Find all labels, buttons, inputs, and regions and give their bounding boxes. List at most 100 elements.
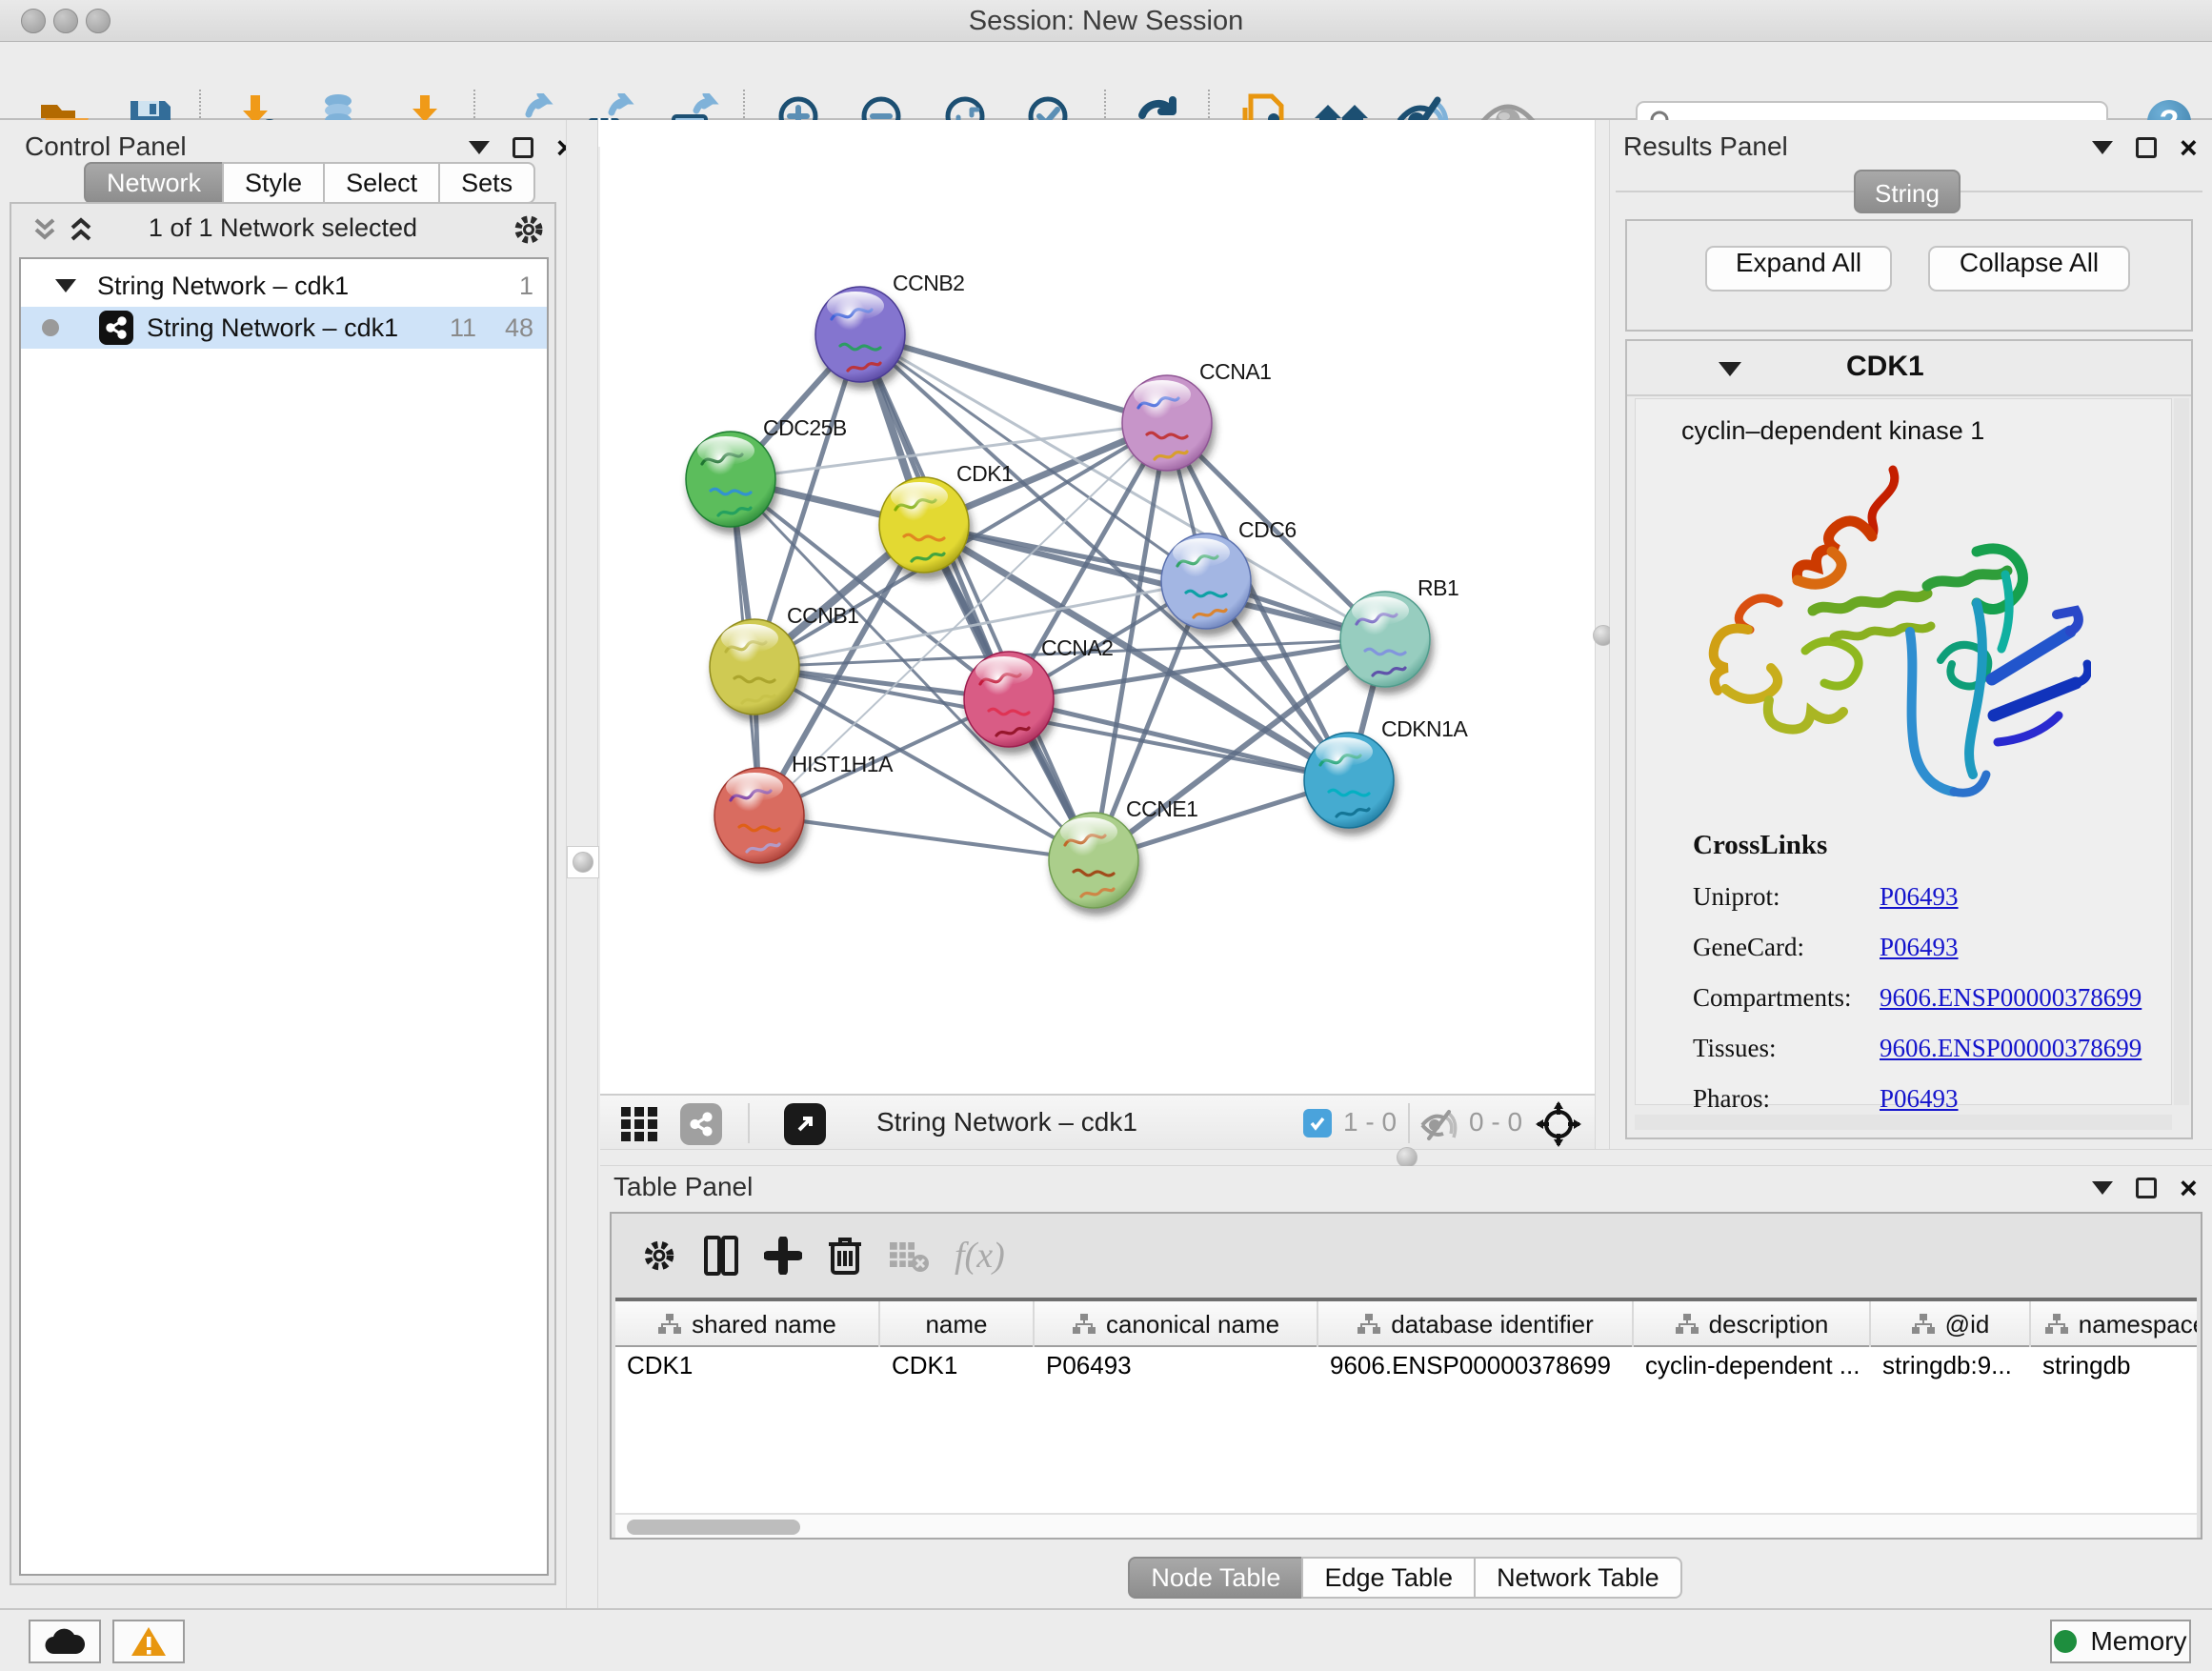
crosslink-link[interactable]: 9606.ENSP00000378699 (1880, 1034, 2142, 1063)
add-column-plus-icon[interactable] (764, 1237, 802, 1275)
delete-column-trash-icon[interactable] (827, 1235, 863, 1277)
table-panel-splitter[interactable] (600, 1149, 2212, 1166)
entry-gene-name: CDK1 (1846, 351, 1924, 383)
crosslink-label: Pharos: (1693, 1084, 1880, 1114)
results-horizontal-scrollbar[interactable] (1635, 1115, 2172, 1130)
network-node-CDC25B[interactable]: CDC25B (686, 415, 847, 527)
window-title: Session: New Session (0, 0, 2212, 42)
column-header-shared-name[interactable]: shared name (615, 1301, 880, 1347)
table-cell[interactable]: CDK1 (880, 1351, 1035, 1391)
warning-status-button[interactable] (112, 1620, 185, 1663)
tab-select[interactable]: Select (323, 162, 440, 204)
network-list-toolbar: 1 of 1 Network selected (11, 204, 554, 253)
control-panel-float-icon[interactable] (469, 141, 490, 154)
table-panel-maximize-icon[interactable] (2136, 1178, 2157, 1198)
node-label-CDC6: CDC6 (1238, 517, 1297, 542)
left-panel-splitter[interactable] (566, 120, 598, 1608)
show-columns-icon[interactable] (703, 1235, 739, 1277)
column-header-description[interactable]: description (1634, 1301, 1871, 1347)
tree-expand-caret-icon[interactable] (55, 279, 76, 292)
tab-style[interactable]: Style (222, 162, 325, 204)
network-tree-root-row[interactable]: String Network – cdk1 1 (21, 265, 547, 307)
network-edge-HIST1H1A-CCNE1 (759, 815, 1094, 860)
results-panel-float-icon[interactable] (2092, 141, 2113, 154)
results-panel-splitter[interactable] (1595, 120, 1610, 1149)
table-cell[interactable]: 9606.ENSP00000378699 (1318, 1351, 1634, 1391)
crosslink-label: GeneCard: (1693, 933, 1880, 962)
column-header-name[interactable]: name (880, 1301, 1035, 1347)
tab-string[interactable]: String (1854, 170, 1961, 213)
network-canvas[interactable]: CCNB2CCNA1CDC25BCDK1CDC6RB1CCNB1CCNA2CDK… (600, 120, 1595, 1094)
column-header--id[interactable]: @id (1871, 1301, 2031, 1347)
network-node-HIST1H1A[interactable]: HIST1H1A (714, 752, 894, 863)
table-cell[interactable]: stringdb (2031, 1351, 2197, 1391)
string-results-content: Expand All Collapse All CDK1 cyclin–depe… (1616, 191, 2202, 1143)
tree-root-count: 1 (519, 272, 533, 301)
network-tree-child-row[interactable]: String Network – cdk1 11 48 (21, 307, 547, 349)
network-tree: String Network – cdk1 1 String Network –… (19, 257, 549, 1576)
network-node-CCNB1[interactable]: CCNB1 (710, 603, 858, 715)
memory-button[interactable]: Memory (2050, 1620, 2191, 1663)
network-node-CDKN1A[interactable]: CDKN1A (1304, 716, 1468, 828)
table-scrollbar-thumb[interactable] (627, 1520, 800, 1535)
birdseye-crosshair-icon[interactable] (1536, 1101, 1581, 1147)
memory-status-dot-icon (2054, 1630, 2077, 1653)
tab-sets[interactable]: Sets (438, 162, 535, 204)
tree-child-node-count: 11 (450, 313, 476, 343)
hidden-count: 0 - 0 (1469, 1107, 1522, 1137)
tab-edge-table[interactable]: Edge Table (1301, 1557, 1476, 1599)
crosslink-row: Compartments:9606.ENSP00000378699 (1693, 983, 2142, 1013)
collapse-all-button[interactable]: Collapse All (1928, 246, 2130, 292)
tab-network-table[interactable]: Network Table (1474, 1557, 1682, 1599)
tab-network[interactable]: Network (84, 162, 224, 204)
tab-node-table[interactable]: Node Table (1128, 1557, 1303, 1599)
column-header-database-identifier[interactable]: database identifier (1318, 1301, 1634, 1347)
tree-child-label: String Network – cdk1 (147, 313, 398, 343)
network-node-CDK1[interactable]: CDK1 (879, 461, 1013, 573)
detach-view-icon[interactable] (784, 1103, 826, 1145)
status-bar: Memory (0, 1608, 2212, 1671)
network-edge-CCNB2-CCNE1 (860, 334, 1094, 860)
expand-all-button[interactable]: Expand All (1705, 246, 1892, 292)
cloud-status-button[interactable] (29, 1620, 101, 1663)
node-label-RB1: RB1 (1418, 575, 1458, 600)
network-node-CCNB2[interactable]: CCNB2 (815, 271, 964, 382)
results-panel-maximize-icon[interactable] (2136, 137, 2157, 158)
cdk1-entry-header[interactable]: CDK1 (1627, 341, 2191, 396)
control-panel-maximize-icon[interactable] (513, 137, 533, 158)
crosslink-link[interactable]: P06493 (1880, 1084, 1959, 1114)
horizontal-splitter-handle[interactable] (1397, 1147, 1418, 1168)
table-horizontal-scrollbar[interactable] (615, 1513, 2197, 1538)
results-panel-title: Results Panel (1623, 131, 1788, 162)
table-cell[interactable]: cyclin-dependent ... (1634, 1351, 1871, 1391)
crosslink-link[interactable]: P06493 (1880, 933, 1959, 962)
table-panel-close-icon[interactable]: × (2180, 1178, 2198, 1198)
column-header-canonical-name[interactable]: canonical name (1035, 1301, 1318, 1347)
table-toolbar: f(x) (612, 1214, 2201, 1298)
column-header-namespace[interactable]: namespace (2031, 1301, 2197, 1347)
table-cell[interactable]: CDK1 (615, 1351, 880, 1391)
cdk1-entry-body: cyclin–dependent kinase 1 (1635, 398, 2172, 1105)
results-vertical-scrollbar[interactable] (2174, 398, 2189, 1105)
network-node-RB1[interactable]: RB1 (1340, 575, 1458, 687)
node-label-CCNB1: CCNB1 (787, 603, 858, 628)
entry-description: cyclin–dependent kinase 1 (1681, 416, 1984, 446)
table-panel: Table Panel × f(x) shared namenamecanoni… (600, 1166, 2212, 1608)
selected-checkbox-icon[interactable] (1303, 1109, 1332, 1137)
left-splitter-handle[interactable] (573, 852, 593, 873)
network-view-toolbar: String Network – cdk1 1 - 0 0 - 0 (600, 1094, 1595, 1149)
collapse-entry-caret-icon[interactable] (1719, 362, 1741, 376)
table-options-gear-icon[interactable] (640, 1237, 678, 1275)
network-options-gear-icon[interactable] (511, 211, 547, 248)
warning-icon (130, 1625, 168, 1658)
results-panel-close-icon[interactable]: × (2180, 137, 2198, 158)
table-cell[interactable]: P06493 (1035, 1351, 1318, 1391)
crosslink-link[interactable]: P06493 (1880, 882, 1959, 912)
table-cell[interactable]: stringdb:9... (1871, 1351, 2031, 1391)
toolbar-separator (1408, 1103, 1410, 1143)
crosslink-link[interactable]: 9606.ENSP00000378699 (1880, 983, 2142, 1013)
network-view-icon[interactable] (680, 1103, 722, 1145)
table-panel-float-icon[interactable] (2092, 1181, 2113, 1195)
network-node-CCNA1[interactable]: CCNA1 (1122, 359, 1271, 471)
grid-view-icon[interactable] (619, 1105, 661, 1143)
